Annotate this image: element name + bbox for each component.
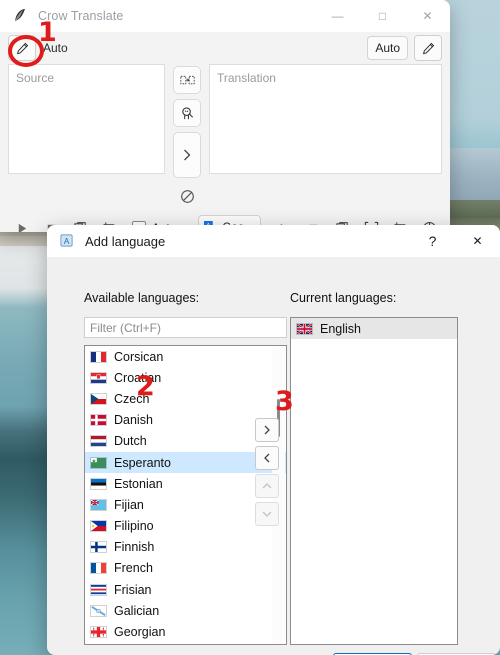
list-item-label: Finnish [114,540,155,555]
main-window-body: Auto Auto Source Translation [0,32,450,232]
galicia-flag-icon [90,604,114,617]
speak-source-button[interactable] [12,218,33,232]
translate-arrow-icon[interactable] [173,132,201,178]
netherlands-flag-icon [90,435,114,448]
maximize-button[interactable]: □ [360,0,405,32]
list-item[interactable]: Galician [85,600,286,621]
dialog-titlebar[interactable]: A Add language ? ✕ [47,225,500,257]
list-item[interactable]: Croatian [85,367,286,388]
list-item[interactable]: French [85,558,286,579]
esperanto-flag-icon [90,456,114,469]
translation-textarea[interactable]: Translation [209,64,442,174]
philippines-flag-icon [90,520,114,533]
list-item-label: Filipino [114,519,154,534]
add-language-dialog: A Add language ? ✕ Available languages: … [47,225,500,655]
translation-panes: Source Translation [0,64,450,209]
add-language-icon: A [59,233,75,249]
list-item-label: Danish [114,413,153,428]
list-item-label: Corsican [114,349,164,364]
list-item-label: Estonian [114,476,163,491]
list-item[interactable]: German [85,643,286,644]
middle-button-column [165,64,209,209]
minimize-button[interactable]: — [315,0,360,32]
svg-text:A: A [64,236,70,246]
list-item[interactable]: Czech [85,388,286,409]
frisia-flag-icon [90,583,114,596]
dialog-body: Available languages: Current languages: … [47,257,500,655]
source-placeholder: Source [16,71,55,85]
current-rows: English [291,318,457,340]
main-titlebar[interactable]: Crow Translate — □ ✕ [0,0,450,32]
list-item[interactable]: Georgian [85,621,286,642]
current-languages-list[interactable]: English [290,317,458,645]
croatia-flag-icon [90,371,114,384]
dialog-title: Add language [85,233,166,249]
estonia-flag-icon [90,477,114,490]
list-item-label: Frisian [114,582,152,597]
current-languages-label: Current languages: [290,291,397,305]
finland-flag-icon [90,541,114,554]
list-item[interactable]: Finnish [85,537,286,558]
corsica-flag-icon [90,350,114,363]
available-languages-label: Available languages: [84,291,200,305]
move-up-button[interactable] [255,474,279,498]
clear-icon[interactable] [174,183,200,209]
fiji-flag-icon [90,498,114,511]
move-left-button[interactable] [255,446,279,470]
annotation-label-1: 1 [38,17,57,48]
list-item-label: Galician [114,603,160,618]
georgia-flag-icon [90,626,114,639]
list-item[interactable]: English [291,318,457,340]
list-item-label: English [320,321,361,336]
list-item-label: Dutch [114,434,147,449]
list-item[interactable]: Frisian [85,579,286,600]
source-textarea[interactable]: Source [8,64,165,174]
list-item-label: Georgian [114,625,166,640]
swap-languages-icon[interactable] [173,66,201,94]
help-button[interactable]: ? [410,225,455,257]
list-item-label: French [114,561,153,576]
translation-placeholder: Translation [217,71,276,85]
filter-input[interactable]: Filter (Ctrl+F) [84,317,287,338]
list-item[interactable]: Corsican [85,346,286,367]
move-down-button[interactable] [255,502,279,526]
list-item-label: Fijian [114,497,144,512]
annotation-label-3: 3 [275,386,294,417]
main-window: Crow Translate — □ ✕ Auto Auto Source Tr… [0,0,450,232]
dialog-close-button[interactable]: ✕ [455,225,500,257]
dialog-controls: ? ✕ [410,225,500,257]
language-bar: Auto Auto [0,32,450,64]
filter-placeholder: Filter (Ctrl+F) [90,320,161,335]
window-controls: — □ ✕ [315,0,450,32]
annotation-label-2: 2 [136,371,155,402]
uk-flag-icon [296,322,320,335]
target-language-pencil-button[interactable] [414,35,442,61]
list-item-label: Esperanto [114,455,171,470]
france-flag-icon [90,562,114,575]
close-button[interactable]: ✕ [405,0,450,32]
target-language-label[interactable]: Auto [367,36,408,60]
denmark-flag-icon [90,414,114,427]
crow-logo-icon [12,8,28,24]
move-right-button[interactable] [255,418,279,442]
copy-translation-icon[interactable] [173,99,201,127]
czechia-flag-icon [90,392,114,405]
